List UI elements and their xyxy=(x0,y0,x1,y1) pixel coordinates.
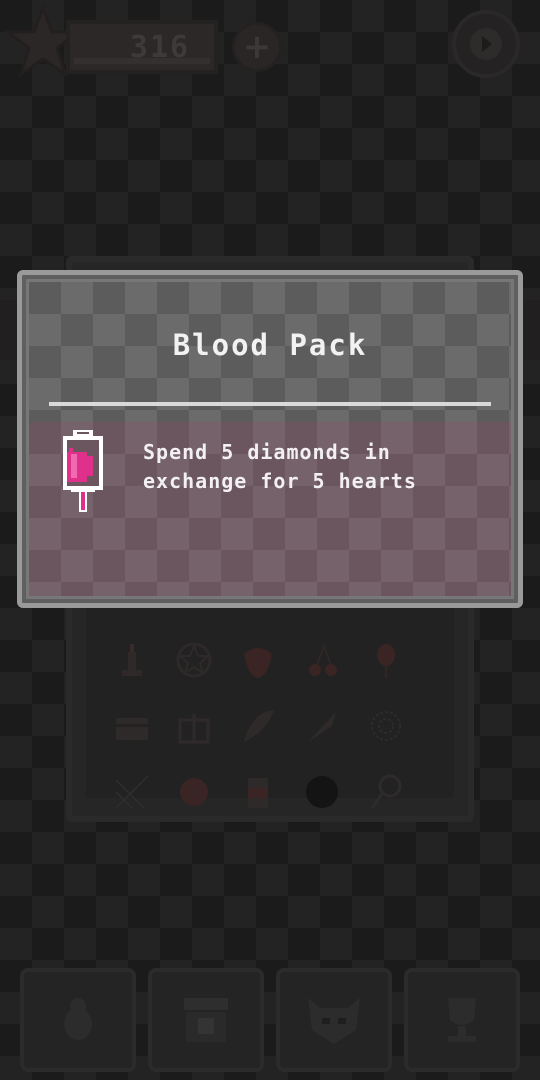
item-info-modal[interactable]: Blood Pack Spend 5 diamonds in exchange … xyxy=(17,270,523,608)
lollipop-icon[interactable] xyxy=(366,772,406,812)
add-currency-button[interactable]: + xyxy=(232,22,282,72)
score-display: 316 xyxy=(66,20,218,74)
nav-monster-button[interactable] xyxy=(276,968,392,1072)
description-line-1: Spend 5 diamonds in xyxy=(143,440,391,464)
candle-icon[interactable] xyxy=(112,640,152,680)
bug-icon xyxy=(64,998,92,1040)
nav-bug-button[interactable] xyxy=(20,968,136,1072)
top-hud: 316 + xyxy=(0,0,540,100)
dark-orb-icon[interactable] xyxy=(302,772,342,812)
modal-divider xyxy=(49,402,491,406)
trophy-icon xyxy=(448,998,476,1042)
description-line-2: exchange for 5 hearts xyxy=(143,469,417,493)
plus-icon: + xyxy=(242,27,272,67)
gift-box-icon[interactable] xyxy=(174,706,214,746)
modal-description: Spend 5 diamonds in exchange for 5 heart… xyxy=(143,438,473,496)
cherries-icon[interactable] xyxy=(302,640,342,680)
modal-body: Spend 5 diamonds in exchange for 5 heart… xyxy=(29,422,511,596)
balloon-icon[interactable] xyxy=(366,640,406,680)
feather-icon[interactable] xyxy=(238,706,278,746)
modal-frame: Blood Pack Spend 5 diamonds in exchange … xyxy=(26,279,514,599)
forward-icon xyxy=(470,28,502,60)
next-button[interactable] xyxy=(452,10,520,78)
spiderweb-icon[interactable] xyxy=(366,706,406,746)
nav-shop-button[interactable] xyxy=(148,968,264,1072)
strawberry-icon[interactable] xyxy=(238,640,278,680)
spiderweb-corner-icon[interactable] xyxy=(112,772,152,812)
knife-icon[interactable] xyxy=(302,706,342,746)
shop-icon xyxy=(184,998,228,1042)
potion-jar-icon[interactable] xyxy=(238,772,278,812)
right-side-decoration xyxy=(520,300,540,360)
bottom-nav xyxy=(0,960,540,1080)
rose-icon[interactable] xyxy=(174,772,214,812)
monster-icon xyxy=(308,998,360,1044)
treasure-chest-icon[interactable] xyxy=(112,706,152,746)
blood-pack-icon xyxy=(63,430,103,512)
nav-trophy-button[interactable] xyxy=(404,968,520,1072)
game-screen: 316 + Blood Pack Spend 5 diamonds in exc… xyxy=(0,0,540,1080)
pentagram-icon[interactable] xyxy=(174,640,214,680)
score-value: 316 xyxy=(129,30,191,65)
modal-title: Blood Pack xyxy=(172,328,368,362)
